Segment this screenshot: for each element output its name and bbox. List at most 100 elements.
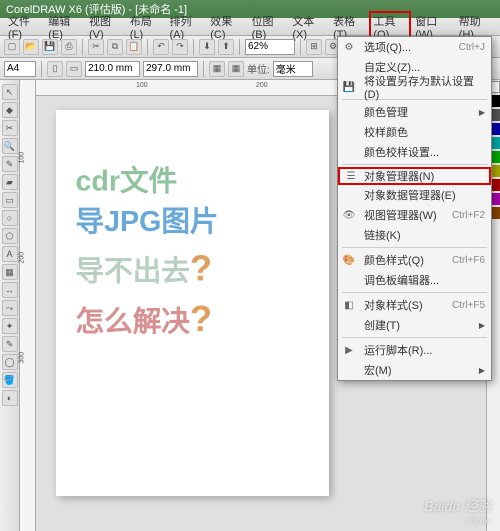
- pick-tool-icon[interactable]: ↖: [2, 84, 18, 100]
- menu-item-run-script[interactable]: ▶ 运行脚本(R)...: [338, 340, 491, 360]
- snap-icon[interactable]: ⊞: [306, 39, 322, 55]
- separator: [300, 39, 301, 55]
- menu-item-proof-color[interactable]: 校样颜色: [338, 122, 491, 142]
- redo-icon[interactable]: ↷: [172, 39, 188, 55]
- cut-icon[interactable]: ✂: [88, 39, 104, 55]
- page-width-input[interactable]: [85, 61, 140, 77]
- zoom-tool-icon[interactable]: 🔍: [2, 138, 18, 154]
- separator: [41, 61, 42, 77]
- effects-tool-icon[interactable]: ✦: [2, 318, 18, 334]
- layers-icon: ☰: [344, 169, 358, 183]
- dimension-tool-icon[interactable]: ↔: [2, 282, 18, 298]
- gear-icon: ⚙: [342, 40, 356, 54]
- orientation-landscape-icon[interactable]: ▭: [66, 61, 82, 77]
- ruler-tick: 300: [19, 352, 26, 364]
- freehand-tool-icon[interactable]: ✎: [2, 156, 18, 172]
- watermark: Baidu 经验 jingyan: [424, 496, 492, 525]
- orientation-portrait-icon[interactable]: ▯: [47, 61, 63, 77]
- question-mark: ?: [190, 247, 212, 287]
- save-icon: 💾: [342, 80, 356, 94]
- menu-item-object-manager[interactable]: ☰ 对象管理器(N): [338, 167, 491, 185]
- menu-arrange[interactable]: 排列(A): [165, 11, 206, 43]
- page-canvas[interactable]: cdr文件 导JPG图片 导不出去? 怎么解决?: [56, 110, 329, 496]
- ruler-vertical: 100 200 300: [20, 80, 36, 531]
- page-height-input[interactable]: [143, 61, 198, 77]
- crop-tool-icon[interactable]: ✂: [2, 120, 18, 136]
- print-icon[interactable]: ⎙: [61, 39, 77, 55]
- import-icon[interactable]: ⬇: [199, 39, 215, 55]
- table-tool-icon[interactable]: ▦: [2, 264, 18, 280]
- separator: [203, 61, 204, 77]
- menu-separator: [342, 164, 487, 165]
- export-icon[interactable]: ⬆: [218, 39, 234, 55]
- toolbox: ↖ ◆ ✂ 🔍 ✎ ▰ ▭ ○ ⬠ A ▦ ↔ ⤳ ✦ ✎ ◯ 🪣 ◐: [0, 80, 20, 531]
- menu-item-object-styles[interactable]: ◧ 对象样式(S) Ctrl+F5: [338, 295, 491, 315]
- menu-item-view-manager[interactable]: 👁 视图管理器(W) Ctrl+F2: [338, 205, 491, 225]
- menu-item-proof-settings[interactable]: 颜色校样设置...: [338, 142, 491, 162]
- outline-tool-icon[interactable]: ◯: [2, 354, 18, 370]
- menu-item-palette-editor[interactable]: 调色板编辑器...: [338, 270, 491, 290]
- menu-separator: [342, 292, 487, 293]
- separator: [193, 39, 194, 55]
- separator: [239, 39, 240, 55]
- menu-bar: 文件(F) 编辑(E) 视图(V) 布局(L) 排列(A) 效果(C) 位图(B…: [0, 18, 500, 36]
- text-line-4: 怎么解决?: [76, 293, 310, 344]
- zoom-input[interactable]: [245, 39, 295, 55]
- polygon-tool-icon[interactable]: ⬠: [2, 228, 18, 244]
- text-line-1: cdr文件: [76, 162, 310, 202]
- chevron-right-icon: ▶: [479, 321, 485, 330]
- menu-edit[interactable]: 编辑(E): [44, 11, 85, 43]
- menu-item-macro[interactable]: 宏(M) ▶: [338, 360, 491, 380]
- eyedropper-icon[interactable]: ✎: [2, 336, 18, 352]
- menu-item-create[interactable]: 创建(T) ▶: [338, 315, 491, 335]
- new-icon[interactable]: ▢: [4, 39, 20, 55]
- page-icon2[interactable]: ▦: [228, 61, 244, 77]
- menu-item-color-management[interactable]: 颜色管理 ▶: [338, 102, 491, 122]
- connector-tool-icon[interactable]: ⤳: [2, 300, 18, 316]
- menu-layout[interactable]: 布局(L): [126, 11, 166, 43]
- text-tool-icon[interactable]: A: [2, 246, 18, 262]
- undo-icon[interactable]: ↶: [153, 39, 169, 55]
- page-icon[interactable]: ▦: [209, 61, 225, 77]
- menu-item-color-styles[interactable]: 🎨 颜色样式(Q) Ctrl+F6: [338, 250, 491, 270]
- text-line-2: 导JPG图片: [76, 202, 310, 242]
- ruler-tick: 100: [19, 152, 26, 164]
- rectangle-tool-icon[interactable]: ▭: [2, 192, 18, 208]
- page-size-select[interactable]: [4, 61, 36, 77]
- style-icon: ◧: [342, 298, 356, 312]
- palette-icon: 🎨: [342, 253, 356, 267]
- interactive-fill-icon[interactable]: ◐: [2, 390, 18, 406]
- copy-icon[interactable]: ⧉: [107, 39, 123, 55]
- menu-item-options[interactable]: ⚙ 选项(Q)... Ctrl+J: [338, 37, 491, 57]
- units-select[interactable]: [273, 61, 313, 77]
- open-icon[interactable]: 📂: [23, 39, 39, 55]
- play-icon: ▶: [342, 343, 356, 357]
- chevron-right-icon: ▶: [479, 366, 485, 375]
- ruler-tick: 200: [256, 82, 268, 89]
- menu-view[interactable]: 视图(V): [85, 11, 126, 43]
- paste-icon[interactable]: 📋: [126, 39, 142, 55]
- separator: [82, 39, 83, 55]
- menu-effects[interactable]: 效果(C): [206, 11, 247, 43]
- eye-icon: 👁: [342, 208, 356, 222]
- text-line-3: 导不出去?: [76, 242, 310, 293]
- units-label: 单位:: [247, 61, 270, 76]
- save-icon[interactable]: 💾: [42, 39, 58, 55]
- fill-tool-icon[interactable]: 🪣: [2, 372, 18, 388]
- menu-item-object-data-manager[interactable]: 对象数据管理器(E): [338, 185, 491, 205]
- tools-menu-dropdown: ⚙ 选项(Q)... Ctrl+J 自定义(Z)... 💾 将设置另存为默认设置…: [337, 36, 492, 381]
- menu-item-link-manager[interactable]: 链接(K): [338, 225, 491, 245]
- menu-item-save-default[interactable]: 💾 将设置另存为默认设置(D): [338, 77, 491, 97]
- separator: [147, 39, 148, 55]
- shape-tool-icon[interactable]: ◆: [2, 102, 18, 118]
- ruler-tick: 100: [136, 82, 148, 89]
- smart-fill-icon[interactable]: ▰: [2, 174, 18, 190]
- ruler-tick: 200: [19, 252, 26, 264]
- menu-separator: [342, 337, 487, 338]
- menu-file[interactable]: 文件(F): [4, 11, 44, 43]
- chevron-right-icon: ▶: [479, 108, 485, 117]
- question-mark: ?: [190, 298, 212, 338]
- page-content: cdr文件 导JPG图片 导不出去? 怎么解决?: [56, 110, 329, 396]
- menu-separator: [342, 247, 487, 248]
- ellipse-tool-icon[interactable]: ○: [2, 210, 18, 226]
